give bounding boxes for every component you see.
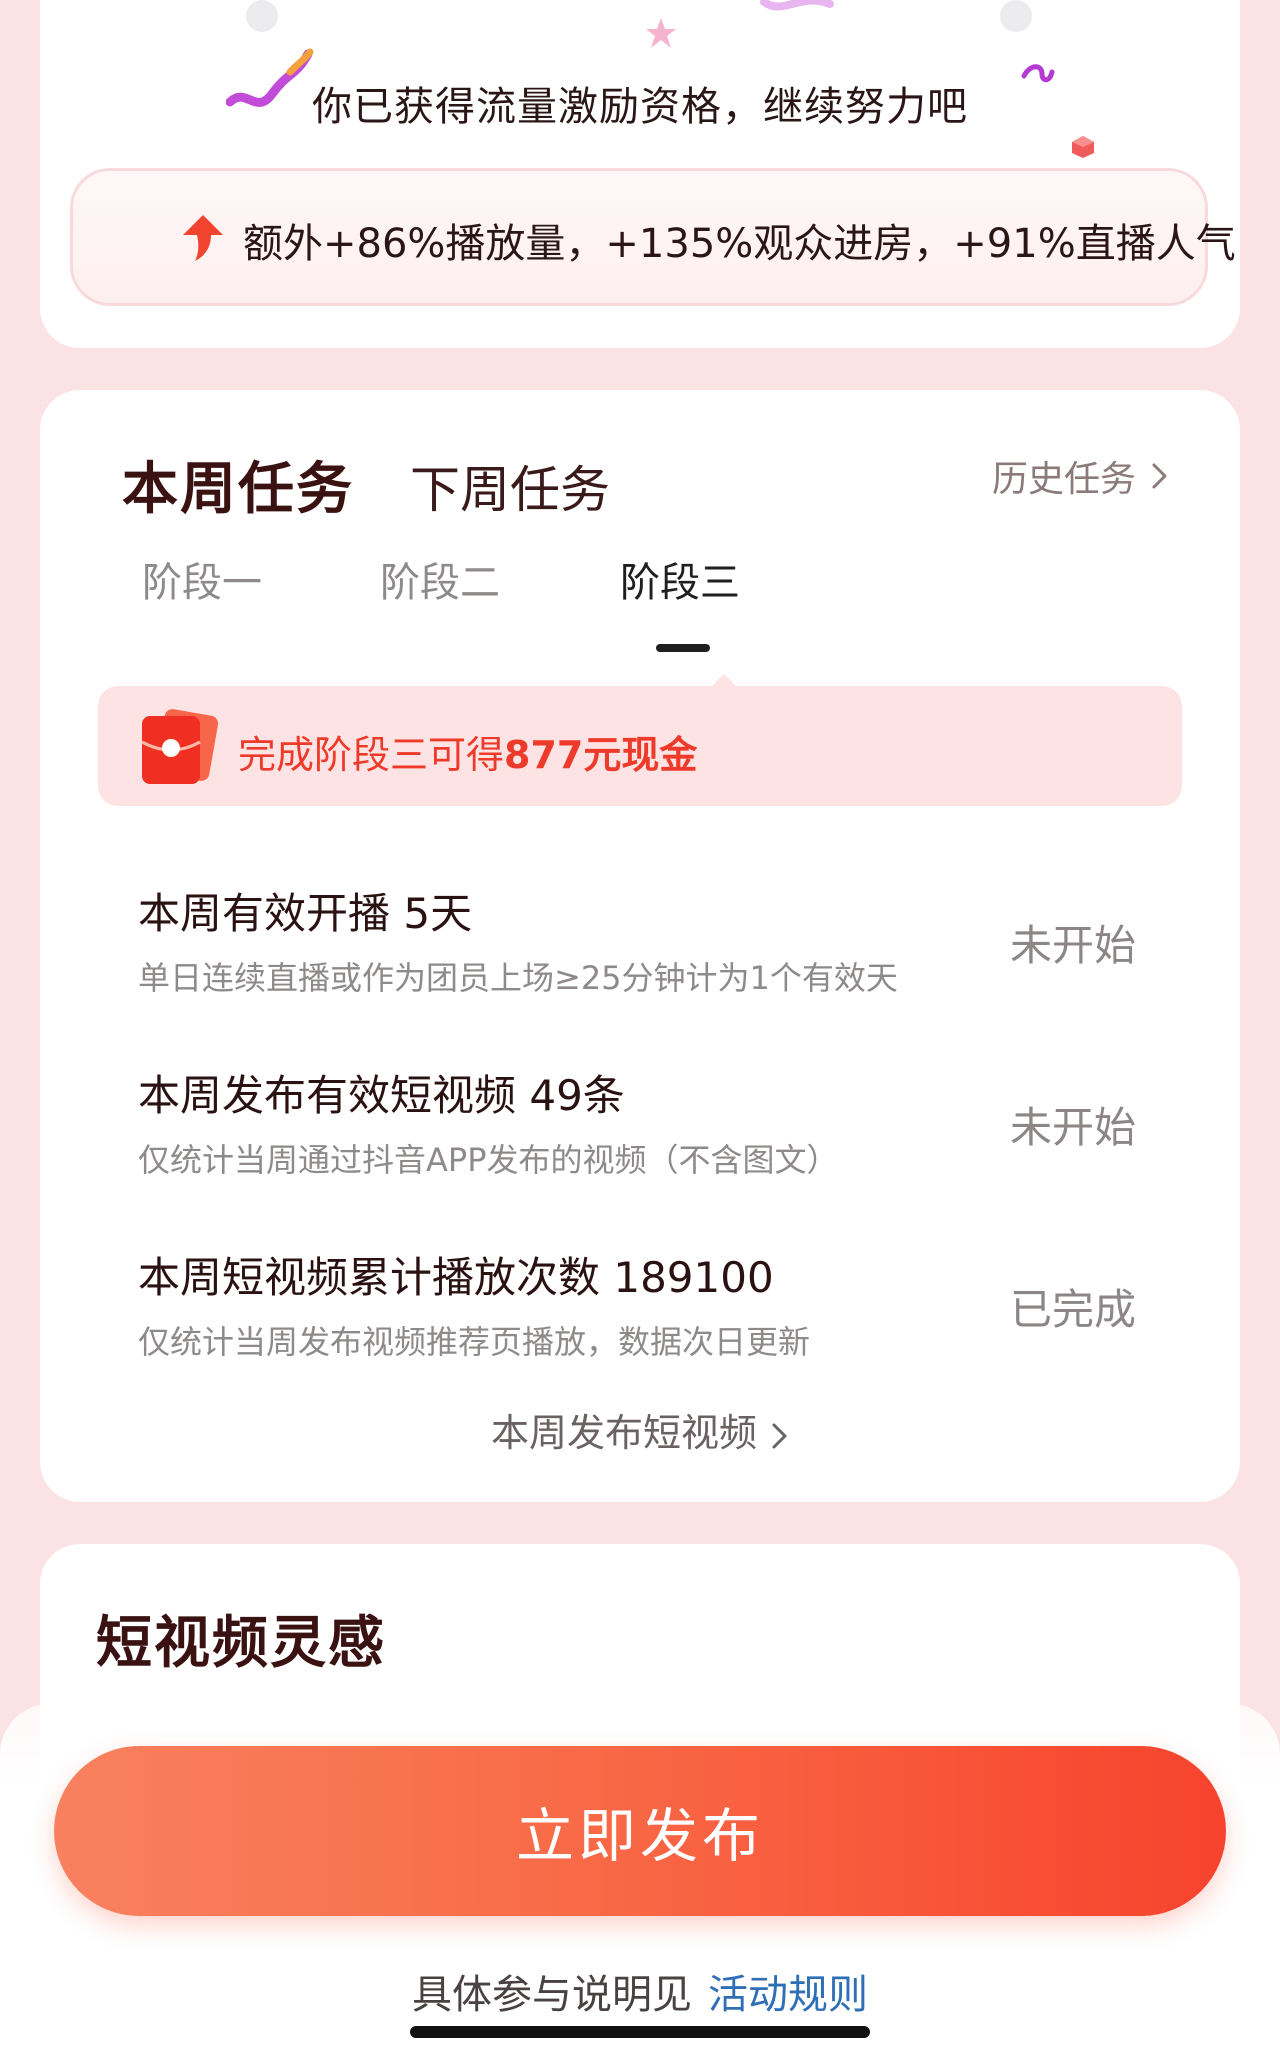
rules-note: 具体参与说明见 活动规则 bbox=[0, 1962, 1280, 2020]
boost-text: 额外+86%播放量，+135%观众进房，+91%直播人气 bbox=[243, 221, 1236, 267]
task-status: 已完成 bbox=[1009, 1285, 1136, 1334]
task-status: 未开始 bbox=[1009, 921, 1136, 970]
stage-tab-1[interactable]: 阶段一 bbox=[142, 550, 262, 608]
cube-decoration-icon bbox=[1072, 136, 1094, 158]
history-tasks-link[interactable]: 历史任务 bbox=[992, 450, 1170, 502]
red-envelope-icon bbox=[141, 709, 219, 784]
tab-next-week[interactable]: 下周任务 bbox=[410, 450, 610, 522]
inspiration-title: 短视频灵感 bbox=[96, 1611, 386, 1676]
boost-banner: 额外+86%播放量，+135%观众进房，+91%直播人气 bbox=[70, 168, 1236, 306]
reward-amount: 877元现金 bbox=[504, 733, 698, 777]
chevron-right-icon bbox=[772, 1423, 787, 1448]
chevron-right-icon bbox=[1152, 463, 1167, 489]
stage-tab-2[interactable]: 阶段二 bbox=[380, 550, 500, 608]
home-indicator[interactable] bbox=[410, 2026, 870, 2038]
decoration-dot-left bbox=[246, 0, 278, 32]
history-tasks-label: 历史任务 bbox=[991, 459, 1136, 500]
bottom-action-bar: 立即发布 具体参与说明见 活动规则 bbox=[0, 1704, 1280, 2063]
active-stage-indicator bbox=[656, 644, 710, 652]
reward-banner-notch bbox=[710, 674, 738, 688]
stage-tab-3[interactable]: 阶段三 bbox=[620, 550, 740, 608]
activity-rules-link[interactable]: 活动规则 bbox=[708, 1972, 868, 2018]
tab-this-week[interactable]: 本周任务 bbox=[122, 444, 354, 525]
tasks-card: 本周任务 下周任务 历史任务 阶段一 阶段二 阶段三 完成阶段三可得877元现金… bbox=[40, 390, 1240, 1502]
qualification-card: 你已获得流量激励资格，继续努力吧 额外+86%播放量，+135%观众进房，+91… bbox=[40, 0, 1240, 348]
qualification-title: 你已获得流量激励资格，继续努力吧 bbox=[312, 84, 968, 130]
rules-prefix: 具体参与说明见 bbox=[412, 1972, 692, 2018]
ribbon-top-icon bbox=[760, 0, 834, 11]
decoration-dot-right bbox=[1000, 0, 1032, 32]
publish-short-video-link[interactable]: 本周发布短视频 bbox=[40, 1402, 1240, 1457]
publish-short-video-label: 本周发布短视频 bbox=[490, 1411, 757, 1455]
publish-now-button[interactable]: 立即发布 bbox=[54, 1746, 1226, 1916]
task-status: 未开始 bbox=[1009, 1103, 1136, 1152]
reward-banner: 完成阶段三可得877元现金 bbox=[98, 674, 1182, 806]
reward-prefix: 完成阶段三可得 bbox=[238, 733, 505, 777]
reward-text: 完成阶段三可得877元现金 bbox=[238, 724, 697, 779]
star-decoration-icon bbox=[646, 18, 676, 48]
up-arrow-icon bbox=[183, 215, 223, 261]
